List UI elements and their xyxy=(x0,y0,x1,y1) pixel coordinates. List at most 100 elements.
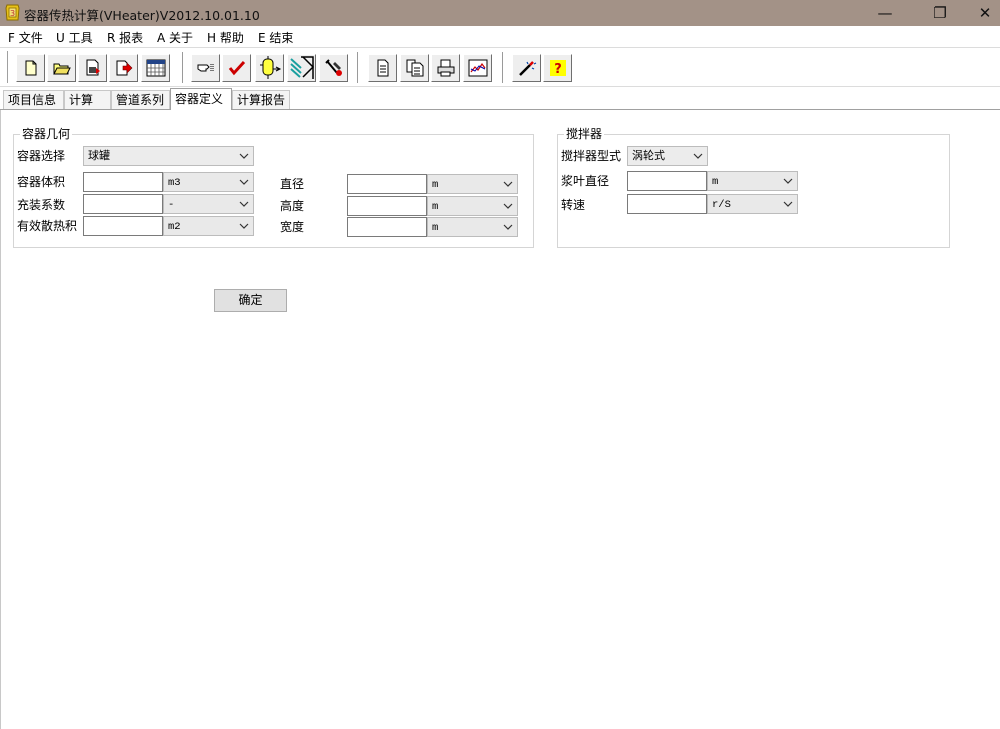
print-icon xyxy=(437,59,454,77)
check-button[interactable] xyxy=(222,54,251,82)
toolbar-separator xyxy=(502,52,504,83)
pages-button[interactable] xyxy=(400,54,429,82)
check-icon xyxy=(228,60,245,76)
agitator-type-select[interactable]: 涡轮式 xyxy=(627,146,708,166)
blade-diameter-unit-select[interactable]: m xyxy=(707,171,798,191)
menu-help[interactable]: H 帮助 xyxy=(207,29,244,46)
toolbar-separator xyxy=(357,52,359,83)
speed-label: 转速 xyxy=(561,198,586,212)
chevron-down-icon xyxy=(503,181,513,187)
pointer-button[interactable] xyxy=(191,54,220,82)
minimize-icon: — xyxy=(877,4,893,22)
save-icon xyxy=(86,59,100,76)
restore-button[interactable]: ❐ xyxy=(917,0,963,26)
tab-project-info[interactable]: 项目信息 xyxy=(3,90,64,110)
menu-file[interactable]: F 文件 xyxy=(8,29,43,46)
blade-diameter-unit-value: m xyxy=(712,176,719,188)
chart-button[interactable] xyxy=(463,54,492,82)
diameter-label: 直径 xyxy=(280,177,305,191)
height-input[interactable] xyxy=(347,196,427,216)
diameter-unit-value: m xyxy=(432,179,439,191)
tools-icon xyxy=(324,59,342,76)
tab-calculation[interactable]: 计算 xyxy=(64,90,111,110)
vessel-select[interactable]: 球罐 xyxy=(83,146,254,166)
menu-about[interactable]: A 关于 xyxy=(157,29,193,46)
close-icon: ✕ xyxy=(978,4,992,22)
width-input[interactable] xyxy=(347,217,427,237)
close-button[interactable]: ✕ xyxy=(962,0,1000,26)
heat-area-unit-select[interactable]: m2 xyxy=(163,216,254,236)
menu-tools[interactable]: U 工具 xyxy=(56,29,93,46)
heat-area-unit-value: m2 xyxy=(168,221,181,233)
new-button[interactable] xyxy=(16,54,45,82)
heat-area-label: 有效散热积 xyxy=(17,219,78,233)
chevron-down-icon xyxy=(503,224,513,230)
fill-factor-input[interactable] xyxy=(83,194,163,214)
blade-diameter-input[interactable] xyxy=(627,171,707,191)
panel-left-border xyxy=(0,110,1,729)
chevron-down-icon xyxy=(239,223,249,229)
agitator-type-label: 搅拌器型式 xyxy=(561,149,622,163)
width-label: 宽度 xyxy=(280,220,305,234)
height-unit-select[interactable]: m xyxy=(427,196,518,216)
tab-pipe-series[interactable]: 管道系列 xyxy=(111,90,170,110)
vessel-geometry-title: 容器几何 xyxy=(20,127,73,141)
chevron-down-icon xyxy=(239,153,249,159)
title-bar: 3 容器传热计算(VHeater)V2012.10.01.10 — ❐ ✕ xyxy=(0,0,1000,26)
diameter-unit-select[interactable]: m xyxy=(427,174,518,194)
fill-factor-unit-select[interactable]: - xyxy=(163,194,254,214)
chevron-down-icon xyxy=(783,201,793,207)
restore-icon: ❐ xyxy=(933,4,947,22)
vessel-select-label: 容器选择 xyxy=(17,149,66,163)
svg-text:?: ? xyxy=(554,62,562,77)
toolbar-grip[interactable] xyxy=(7,51,10,83)
confirm-button[interactable]: 确定 xyxy=(214,289,287,312)
volume-unit-select[interactable]: m3 xyxy=(163,172,254,192)
diameter-input[interactable] xyxy=(347,174,427,194)
volume-input[interactable] xyxy=(83,172,163,192)
toolbar-separator xyxy=(182,52,184,83)
page-button[interactable] xyxy=(368,54,397,82)
save-as-button[interactable] xyxy=(78,54,107,82)
print-button[interactable] xyxy=(431,54,460,82)
agitator-type-value: 涡轮式 xyxy=(632,149,665,162)
export-button[interactable] xyxy=(109,54,138,82)
heat-area-input[interactable] xyxy=(83,216,163,236)
tab-baseline xyxy=(0,109,1000,110)
height-label: 高度 xyxy=(280,199,305,213)
chevron-down-icon xyxy=(503,203,513,209)
tab-calc-report[interactable]: 计算报告 xyxy=(232,90,290,110)
speed-unit-select[interactable]: r/S xyxy=(707,194,798,214)
heat-exchanger-button[interactable] xyxy=(287,54,316,82)
tools-button[interactable] xyxy=(319,54,348,82)
app-icon: 3 xyxy=(5,4,20,21)
minimize-button[interactable]: — xyxy=(862,0,908,26)
menu-exit[interactable]: E 结束 xyxy=(258,29,293,46)
wand-button[interactable] xyxy=(512,54,541,82)
height-unit-value: m xyxy=(432,201,439,213)
speed-input[interactable] xyxy=(627,194,707,214)
page-icon xyxy=(377,59,388,77)
open-button[interactable] xyxy=(47,54,76,82)
toolbar: ? xyxy=(0,47,1000,87)
calendar-grid-icon xyxy=(146,59,165,77)
menu-bar: F 文件 U 工具 R 报表 A 关于 H 帮助 E 结束 xyxy=(0,26,1000,47)
help-icon: ? xyxy=(549,60,566,77)
export-icon xyxy=(116,60,132,76)
window-title: 容器传热计算(VHeater)V2012.10.01.10 xyxy=(24,8,260,23)
menu-report[interactable]: R 报表 xyxy=(107,29,143,46)
calendar-button[interactable] xyxy=(141,54,170,82)
new-document-icon xyxy=(25,60,36,76)
chart-icon xyxy=(468,59,487,77)
tab-bar: 项目信息 计算 管道系列 容器定义 计算报告 xyxy=(0,88,1000,110)
fill-factor-unit-value: - xyxy=(168,199,175,211)
width-unit-select[interactable]: m xyxy=(427,217,518,237)
pointer-hand-icon xyxy=(197,64,213,72)
open-folder-icon xyxy=(52,63,71,75)
vessel-button[interactable] xyxy=(255,54,284,82)
svg-text:3: 3 xyxy=(10,9,15,18)
help-button[interactable]: ? xyxy=(543,54,572,82)
tab-vessel-definition[interactable]: 容器定义 xyxy=(170,88,232,110)
fill-factor-label: 充装系数 xyxy=(17,198,66,212)
wand-icon xyxy=(518,61,536,76)
